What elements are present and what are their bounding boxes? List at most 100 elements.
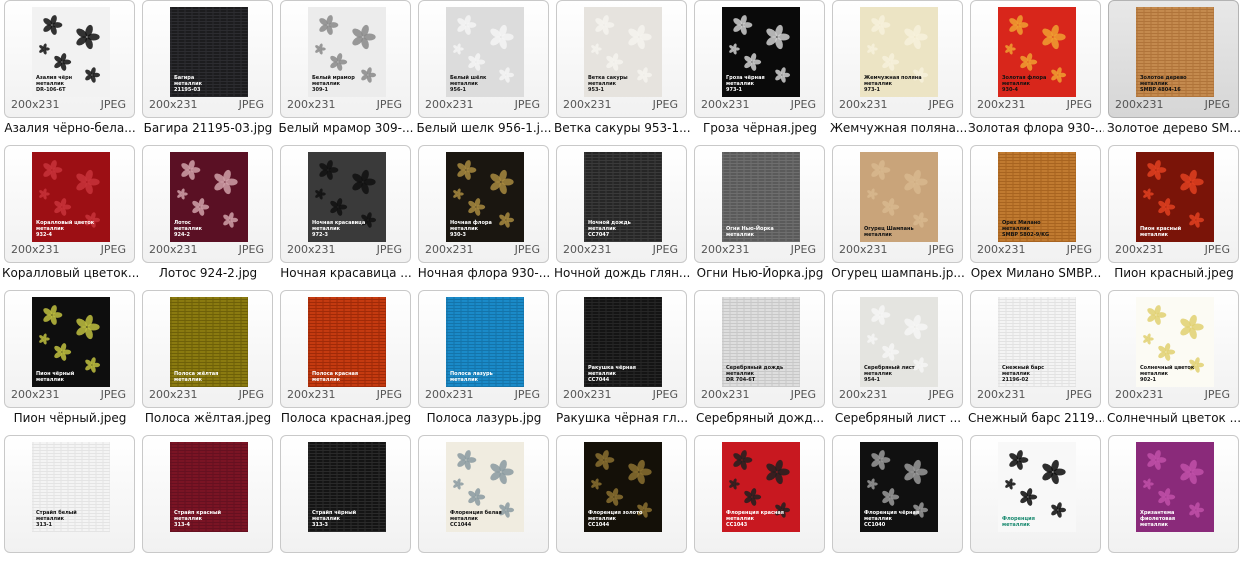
file-item[interactable]: Хризантема фиолетовая металлик bbox=[1106, 435, 1244, 580]
file-name-label[interactable]: Полоса красная.jpeg bbox=[278, 411, 414, 425]
file-name-label[interactable]: Солнечный цветок ... bbox=[1106, 411, 1242, 425]
thumbnail-frame[interactable]: Золотая флора металлик 930-4 200x231 JPEG bbox=[970, 0, 1101, 118]
file-item[interactable]: Белый мрамор металлик 309-1 200x231 JPEG Бе… bbox=[278, 0, 416, 145]
file-name-label[interactable]: Полоса лазурь.jpg bbox=[416, 411, 552, 425]
file-item[interactable]: Страйп белый металлик 313-1 bbox=[2, 435, 140, 580]
file-name-label[interactable]: Ночная флора 930-... bbox=[416, 266, 552, 280]
file-item[interactable]: Флоренция металлик bbox=[968, 435, 1106, 580]
thumbnail-frame[interactable]: Полоса лазурь металлик 200x231 JPEG bbox=[418, 290, 549, 408]
file-name-label[interactable]: Жемчужная поляна... bbox=[830, 121, 966, 135]
thumbnail-frame[interactable]: Жемчужная поляна металлик 973-1 200x231 JP… bbox=[832, 0, 963, 118]
file-name-label[interactable]: Гроза чёрная.jpeg bbox=[692, 121, 828, 135]
file-name-label[interactable]: Лотос 924-2.jpg bbox=[140, 266, 276, 280]
thumbnail-frame[interactable]: Флоренция золото металлик CC1044 bbox=[556, 435, 687, 553]
thumbnail-frame[interactable]: Серебряный лист металлик 954-1 200x231 JPE… bbox=[832, 290, 963, 408]
thumbnail-frame[interactable]: Коралловый цветок металлик 932-4 200x231 J… bbox=[4, 145, 135, 263]
file-item[interactable]: Ночная красавица металлик 972-3 200x231 JP… bbox=[278, 145, 416, 290]
file-name-label[interactable]: Ветка сакуры 953-1.... bbox=[554, 121, 690, 135]
file-name-label[interactable]: Полоса жёлтая.jpeg bbox=[140, 411, 276, 425]
file-name-label[interactable]: Белый шелк 956-1.j... bbox=[416, 121, 552, 135]
file-name-label[interactable]: Ночной дождь глян... bbox=[554, 266, 690, 280]
thumbnail-frame[interactable]: Огни Нью-Йорка металлик 200x231 JPEG bbox=[694, 145, 825, 263]
file-item[interactable]: Пион чёрный металлик 200x231 JPEG Пион чёрн… bbox=[2, 290, 140, 435]
file-item[interactable]: Орех Милано металлик SMBP 5802-9/KG 200x2… bbox=[968, 145, 1106, 290]
file-name-label[interactable]: Багира 21195-03.jpg bbox=[140, 121, 276, 135]
file-name-label[interactable]: Коралловый цветок... bbox=[2, 266, 138, 280]
thumbnail-frame[interactable]: Ракушка чёрная металлик CC7044 200x231 JPE… bbox=[556, 290, 687, 408]
thumbnail-frame[interactable]: Лотос металлик 924-2 200x231 JPEG bbox=[142, 145, 273, 263]
file-name-label[interactable]: Пион чёрный.jpeg bbox=[2, 411, 138, 425]
thumbnail-frame[interactable]: Пион красный металлик 200x231 JPEG bbox=[1108, 145, 1239, 263]
thumbnail-frame[interactable]: Белый шёлк металлик 956-1 200x231 JPEG bbox=[418, 0, 549, 118]
file-name-label[interactable]: Золотая флора 930-... bbox=[968, 121, 1104, 135]
file-item[interactable]: Полоса лазурь металлик 200x231 JPEG Полоса … bbox=[416, 290, 554, 435]
thumbnail-image: Белый мрамор металлик 309-1 bbox=[308, 7, 386, 97]
file-item[interactable]: Золотое дерево металлик SMBP 4804-16 200x… bbox=[1106, 0, 1244, 145]
thumbnail-frame[interactable]: Полоса красная металлик 200x231 JPEG bbox=[280, 290, 411, 408]
file-name-label[interactable]: Снежный барс 2119... bbox=[968, 411, 1104, 425]
file-name-label[interactable]: Ночная красавица ... bbox=[278, 266, 414, 280]
thumbnail-frame[interactable]: Серебряный дождь металлик DR 704-6T 200x2… bbox=[694, 290, 825, 408]
file-item[interactable]: Огурец Шампань металлик 200x231 JPEG Огурец… bbox=[830, 145, 968, 290]
thumbnail-frame[interactable]: Страйп белый металлик 313-1 bbox=[4, 435, 135, 553]
file-item[interactable]: Ночная флора металлик 930-3 200x231 JPEG Но… bbox=[416, 145, 554, 290]
thumbnail-frame[interactable]: Багира металлик 21195-03 200x231 JPEG bbox=[142, 0, 273, 118]
thumbnail-frame[interactable]: Пион чёрный металлик 200x231 JPEG bbox=[4, 290, 135, 408]
file-name-label[interactable]: Белый мрамор 309-... bbox=[278, 121, 414, 135]
file-item[interactable]: Гроза чёрная металлик 973-1 200x231 JPEG Гр… bbox=[692, 0, 830, 145]
file-item[interactable]: Азалия чёрн металлик DR-106-6T 200x231 JPE… bbox=[2, 0, 140, 145]
file-item[interactable]: Багира металлик 21195-03 200x231 JPEG Багир… bbox=[140, 0, 278, 145]
thumbnail-frame[interactable]: Ночная красавица металлик 972-3 200x231 JP… bbox=[280, 145, 411, 263]
thumbnail-frame[interactable]: Орех Милано металлик SMBP 5802-9/KG 200x2… bbox=[970, 145, 1101, 263]
thumbnail-frame[interactable]: Азалия чёрн металлик DR-106-6T 200x231 JPE… bbox=[4, 0, 135, 118]
thumbnail-frame[interactable]: Ночной дождь металлик CC7047 200x231 JPEG bbox=[556, 145, 687, 263]
file-item[interactable]: Золотая флора металлик 930-4 200x231 JPEG З… bbox=[968, 0, 1106, 145]
thumbnail-frame[interactable]: Страйп красный металлик 313-4 bbox=[142, 435, 273, 553]
file-item[interactable]: Серебряный лист металлик 954-1 200x231 JPE… bbox=[830, 290, 968, 435]
file-name-label[interactable]: Серебряный дожд... bbox=[692, 411, 828, 425]
file-item[interactable]: Страйп чёрный металлик 313-3 bbox=[278, 435, 416, 580]
file-name-label[interactable]: Ракушка чёрная гл... bbox=[554, 411, 690, 425]
thumbnail-frame[interactable]: Флоренция чёрная металлик CC1040 bbox=[832, 435, 963, 553]
file-item[interactable]: Солнечный цветок металлик 902-1 200x231 JP… bbox=[1106, 290, 1244, 435]
file-name-label[interactable]: Азалия чёрно-бела... bbox=[2, 121, 138, 135]
file-item[interactable]: Лотос металлик 924-2 200x231 JPEG Лотос 924… bbox=[140, 145, 278, 290]
file-item[interactable]: Белый шёлк металлик 956-1 200x231 JPEG Белы… bbox=[416, 0, 554, 145]
file-item[interactable]: Полоса жёлтая металлик 200x231 JPEG Полоса … bbox=[140, 290, 278, 435]
file-item[interactable]: Огни Нью-Йорка металлик 200x231 JPEG Огни Н… bbox=[692, 145, 830, 290]
file-name-label[interactable]: Орех Милано SMBP... bbox=[968, 266, 1104, 280]
thumbnail-frame[interactable]: Солнечный цветок металлик 902-1 200x231 JP… bbox=[1108, 290, 1239, 408]
file-item[interactable]: Флоренция чёрная металлик CC1040 bbox=[830, 435, 968, 580]
thumbnail-frame[interactable]: Флоренция красная металлик CC1043 bbox=[694, 435, 825, 553]
thumbnail-frame[interactable]: Ночная флора металлик 930-3 200x231 JPEG bbox=[418, 145, 549, 263]
thumbnail-frame[interactable]: Флоренция металлик bbox=[970, 435, 1101, 553]
thumbnail-frame[interactable]: Огурец Шампань металлик 200x231 JPEG bbox=[832, 145, 963, 263]
file-name-label[interactable]: Золотое дерево SM... bbox=[1106, 121, 1242, 135]
file-item[interactable]: Ночной дождь металлик CC7047 200x231 JPEG Н… bbox=[554, 145, 692, 290]
thumbnail-frame[interactable]: Хризантема фиолетовая металлик bbox=[1108, 435, 1239, 553]
thumbnail-frame[interactable]: Ветка сакуры металлик 953-1 200x231 JPEG bbox=[556, 0, 687, 118]
file-name-label[interactable]: Серебряный лист ... bbox=[830, 411, 966, 425]
file-item[interactable]: Коралловый цветок металлик 932-4 200x231 J… bbox=[2, 145, 140, 290]
file-item[interactable]: Пион красный металлик 200x231 JPEG Пион кра… bbox=[1106, 145, 1244, 290]
thumbnail-frame[interactable]: Полоса жёлтая металлик 200x231 JPEG bbox=[142, 290, 273, 408]
file-item[interactable]: Снежный барс металлик 21196-02 200x231 JPE… bbox=[968, 290, 1106, 435]
thumbnail-frame[interactable]: Флоренция белая металлик CC1044 bbox=[418, 435, 549, 553]
thumbnail-frame[interactable]: Белый мрамор металлик 309-1 200x231 JPEG bbox=[280, 0, 411, 118]
file-item[interactable]: Серебряный дождь металлик DR 704-6T 200x2… bbox=[692, 290, 830, 435]
file-item[interactable]: Флоренция белая металлик CC1044 bbox=[416, 435, 554, 580]
file-item[interactable]: Флоренция золото металлик CC1044 bbox=[554, 435, 692, 580]
file-name-label[interactable]: Огурец шампань.jp... bbox=[830, 266, 966, 280]
file-item[interactable]: Полоса красная металлик 200x231 JPEG Полоса… bbox=[278, 290, 416, 435]
file-item[interactable]: Флоренция красная металлик CC1043 bbox=[692, 435, 830, 580]
thumbnail-frame[interactable]: Золотое дерево металлик SMBP 4804-16 200x… bbox=[1108, 0, 1239, 118]
file-item[interactable]: Ракушка чёрная металлик CC7044 200x231 JPE… bbox=[554, 290, 692, 435]
file-item[interactable]: Ветка сакуры металлик 953-1 200x231 JPEG Ве… bbox=[554, 0, 692, 145]
file-item[interactable]: Страйп красный металлик 313-4 bbox=[140, 435, 278, 580]
thumbnail-frame[interactable]: Страйп чёрный металлик 313-3 bbox=[280, 435, 411, 553]
file-name-label[interactable]: Пион красный.jpeg bbox=[1106, 266, 1242, 280]
file-item[interactable]: Жемчужная поляна металлик 973-1 200x231 JP… bbox=[830, 0, 968, 145]
thumbnail-frame[interactable]: Гроза чёрная металлик 973-1 200x231 JPEG bbox=[694, 0, 825, 118]
thumbnail-frame[interactable]: Снежный барс металлик 21196-02 200x231 JPE… bbox=[970, 290, 1101, 408]
file-name-label[interactable]: Огни Нью-Йорка.jpg bbox=[692, 266, 828, 280]
